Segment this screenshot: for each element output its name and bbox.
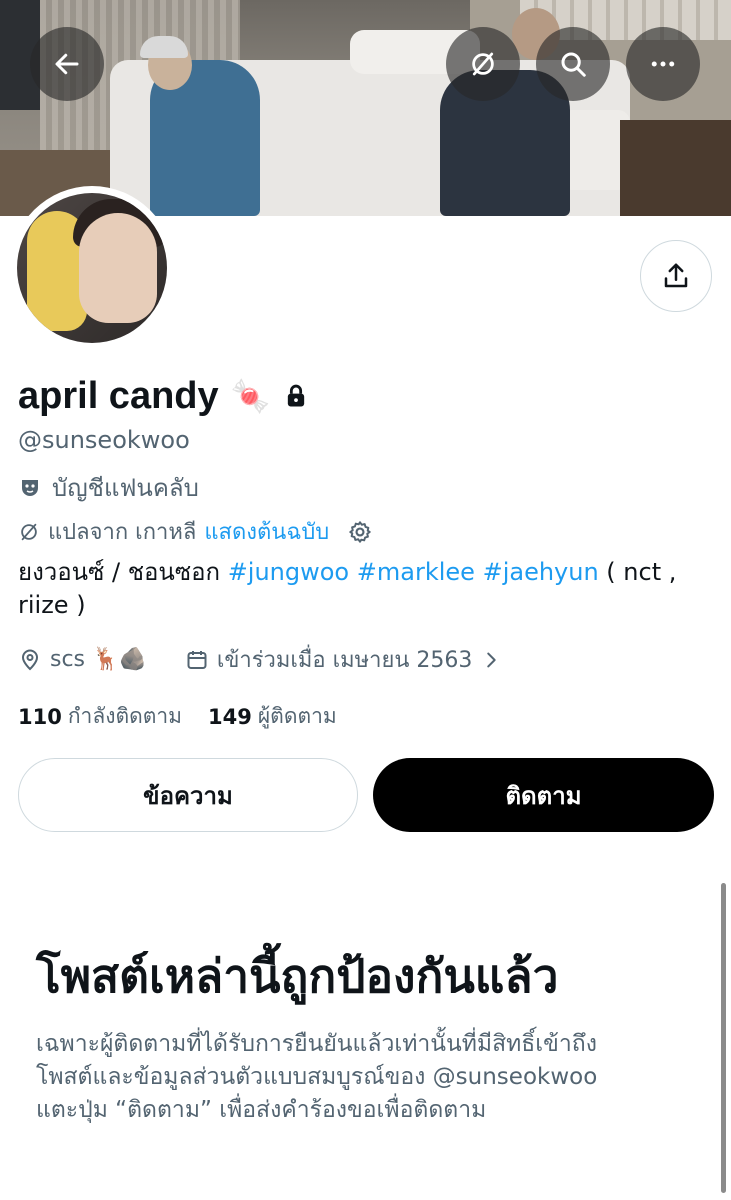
hashtag-link[interactable]: #jungwoo [228,558,349,586]
more-horizontal-icon [651,61,675,67]
banner-cap [140,36,188,58]
follow-stats: 110 กำลังติดตาม 149 ผู้ติดตาม [18,700,337,733]
profile-meta-row: scs 🦌🪨 เข้าร่วมเมื่อ เมษายน 2563 [18,642,502,677]
translated-from-label: แปลจาก เกาหลี [48,520,197,545]
calendar-icon [187,650,207,669]
translate-button[interactable] [446,27,520,101]
candy-emoji: 🍬 [230,378,271,414]
profile-handle: @sunseokwoo [18,426,190,454]
fan-account-label: บัญชีแฟนคลับ [52,474,199,502]
location-icon [21,649,39,670]
message-button[interactable]: ข้อความ [18,758,358,832]
protected-line: แตะปุ่ม “ติดตาม” เพื่อส่งคำร้องขอเพื่อติ… [36,1097,487,1123]
search-icon [561,52,586,77]
hashtag-link[interactable]: #marklee [357,558,475,586]
protected-line: เฉพาะผู้ติดตามที่ได้รับการยืนยันแล้วเท่า… [36,1031,597,1057]
protected-message: เฉพาะผู้ติดตามที่ได้รับการยืนยันแล้วเท่า… [36,1028,696,1127]
hashtag-link[interactable]: #jaehyun [483,558,599,586]
back-button[interactable] [30,27,104,101]
mask-icon [22,479,38,496]
followers-label[interactable]: ผู้ติดตาม [258,700,337,733]
bio-text: ( nct , [598,558,677,586]
bio-text: ยงวอนซ์ / ชอนซอก [18,558,228,586]
fan-account-row: บัญชีแฟนคลับ [18,468,199,507]
profile-avatar[interactable] [10,186,174,350]
follow-button[interactable]: ติดตาม [373,758,714,832]
share-button[interactable] [640,240,712,312]
show-original-link[interactable]: แสดงต้นฉบับ [204,514,329,549]
translate-icon [21,523,37,540]
avatar-face [79,213,157,323]
display-name: april candy [18,375,219,417]
avatar-image [17,193,167,343]
display-name-row: april candy 🍬 [18,372,310,420]
chevron-right-icon[interactable] [480,649,502,671]
following-label[interactable]: กำลังติดตาม [68,700,182,733]
gear-icon[interactable] [347,519,373,545]
arrow-left-icon [55,53,79,75]
bio-text: riize ) [18,591,86,619]
banner-nightstand [620,120,731,216]
profile-banner[interactable] [0,0,731,216]
translate-icon [472,52,494,76]
joined-date[interactable]: เข้าร่วมเมื่อ เมษายน 2563 [217,642,473,677]
search-button[interactable] [536,27,610,101]
lock-icon [288,384,305,407]
share-icon [664,263,688,288]
translation-row: แปลจาก เกาหลี แสดงต้นฉบับ [18,514,373,549]
scrollbar[interactable] [721,883,726,1193]
location-text: scs 🦌🪨 [50,647,147,672]
more-button[interactable] [626,27,700,101]
profile-bio: ยงวอนซ์ / ชอนซอก #jungwoo #marklee #jaeh… [18,556,708,622]
protected-line: โพสต์และข้อมูลส่วนตัวแบบสมบูรณ์ของ @suns… [36,1064,598,1090]
followers-count[interactable]: 149 [208,705,252,729]
protected-title: โพสต์เหล่านี้ถูกป้องกันแล้ว [36,949,559,1003]
following-count[interactable]: 110 [18,705,62,729]
